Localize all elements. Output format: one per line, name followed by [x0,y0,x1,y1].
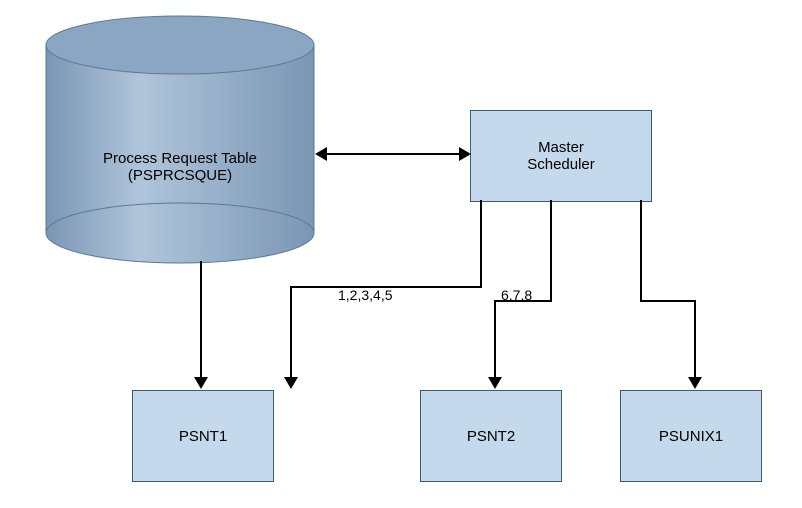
psunix1-label: PSUNIX1 [659,428,723,445]
psnt1-box: PSNT1 [132,390,274,482]
edge-label-psnt1: 1,2,3,4,5 [338,287,393,303]
master-scheduler-box: Master Scheduler [470,110,652,202]
edge-label-psnt2: 6,7,8 [501,287,532,303]
master-scheduler-line2: Scheduler [527,156,595,173]
psnt2-box: PSNT2 [420,390,562,482]
db-title-line1: Process Request Table [45,150,315,167]
psunix1-box: PSUNIX1 [620,390,762,482]
process-request-db: Process Request Table (PSPRCSQUE) [45,15,315,260]
db-title-line2: (PSPRCSQUE) [45,167,315,184]
master-scheduler-line1: Master [527,139,595,156]
psnt2-label: PSNT2 [467,428,515,445]
psnt1-label: PSNT1 [179,428,227,445]
